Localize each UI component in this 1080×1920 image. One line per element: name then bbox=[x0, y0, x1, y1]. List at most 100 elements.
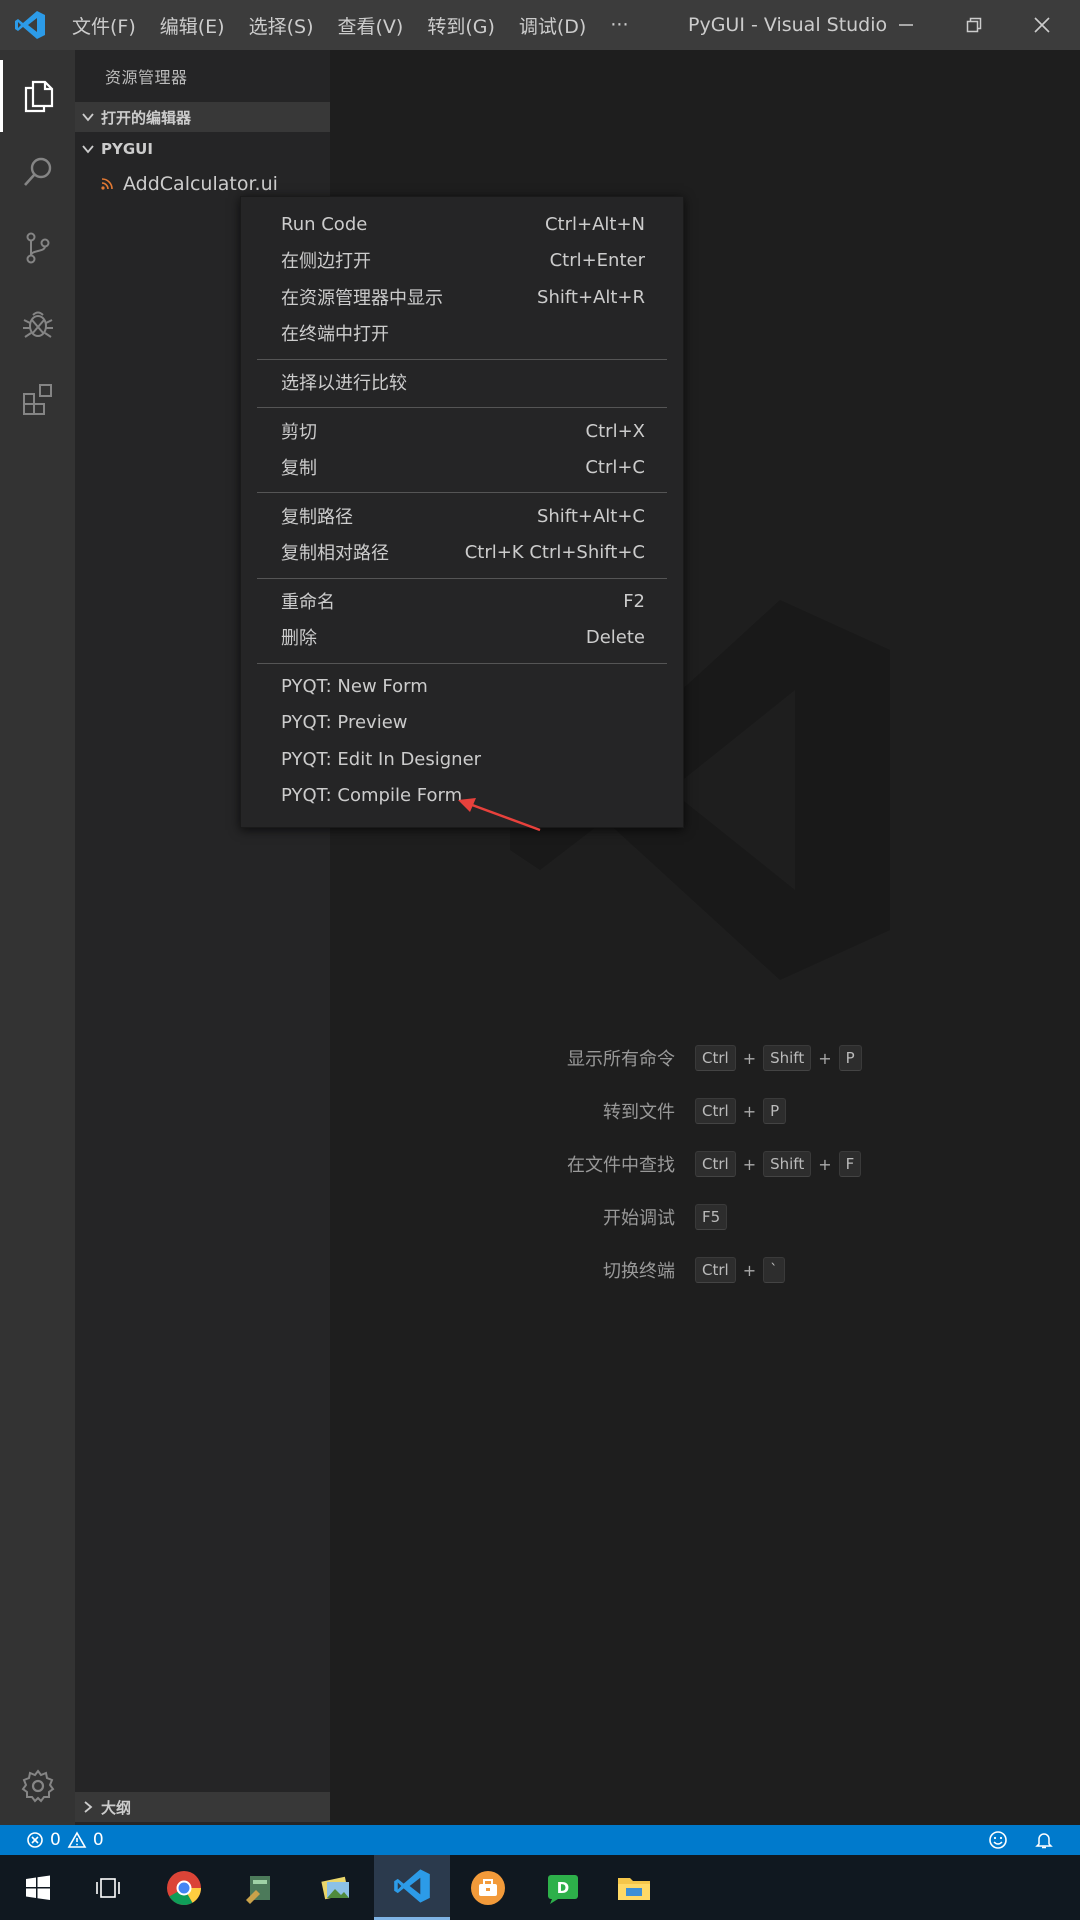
menu-item-pyqt-new-form[interactable]: PYQT: New Form bbox=[241, 668, 683, 704]
menu-item-label: PYQT: Preview bbox=[281, 711, 408, 733]
start-button[interactable] bbox=[0, 1855, 76, 1920]
menu-item-select-for-compare[interactable]: 选择以进行比较 bbox=[241, 364, 683, 400]
folder-icon bbox=[618, 1877, 650, 1900]
menu-item-pyqt-edit-in-designer[interactable]: PYQT: Edit In Designer bbox=[241, 741, 683, 777]
menu-item-reveal-in-explorer[interactable]: 在资源管理器中显示 Shift+Alt+R bbox=[241, 279, 683, 315]
outline-section[interactable]: 大纲 bbox=[75, 1792, 330, 1822]
menu-separator bbox=[257, 492, 667, 493]
menu-separator bbox=[257, 578, 667, 579]
source-control-icon bbox=[26, 232, 49, 264]
restore-button[interactable] bbox=[946, 0, 1002, 50]
taskbar-d-app[interactable]: D bbox=[526, 1855, 602, 1920]
menu-file[interactable]: 文件(F) bbox=[60, 12, 148, 39]
menu-debug[interactable]: 调试(D) bbox=[507, 12, 598, 39]
vscode-icon bbox=[394, 1869, 430, 1903]
menu-go[interactable]: 转到(G) bbox=[415, 12, 507, 39]
menu-selection[interactable]: 选择(S) bbox=[237, 12, 326, 39]
restore-icon bbox=[966, 17, 982, 33]
error-icon bbox=[27, 1832, 43, 1848]
taskbar-toolbox[interactable] bbox=[450, 1855, 526, 1920]
debug-icon bbox=[22, 311, 53, 338]
window-title: PyGUI - Visual Studio... bbox=[688, 14, 888, 36]
bell-icon bbox=[1035, 1833, 1053, 1849]
file-name: AddCalculator.ui bbox=[123, 173, 278, 195]
key-cap: P bbox=[838, 1045, 862, 1071]
chevron-down-icon bbox=[75, 110, 101, 124]
menu-separator bbox=[257, 359, 667, 360]
folder-section[interactable]: PYGUI bbox=[75, 134, 330, 164]
menu-item-shortcut: Ctrl+C bbox=[585, 456, 645, 478]
photos-icon bbox=[321, 1876, 349, 1899]
menu-item-open-to-side[interactable]: 在侧边打开 Ctrl+Enter bbox=[241, 242, 683, 278]
chevron-right-icon bbox=[75, 1800, 101, 1814]
activity-manage[interactable] bbox=[0, 1750, 75, 1822]
menu-item-label: 删除 bbox=[281, 628, 317, 649]
taskbar-photos[interactable] bbox=[298, 1855, 374, 1920]
taskbar-vscode[interactable] bbox=[374, 1855, 450, 1920]
smiley-icon bbox=[989, 1831, 1007, 1849]
menu-item-label: PYQT: New Form bbox=[281, 675, 428, 697]
menu-item-pyqt-preview[interactable]: PYQT: Preview bbox=[241, 704, 683, 740]
minimize-button[interactable] bbox=[878, 0, 934, 50]
menu-item-cut[interactable]: 剪切 Ctrl+X bbox=[241, 413, 683, 449]
key-cap: ` bbox=[763, 1257, 785, 1283]
problems-indicator[interactable]: 0 0 bbox=[26, 1825, 104, 1855]
activity-extensions[interactable] bbox=[0, 364, 75, 436]
open-editors-section[interactable]: 打开的编辑器 bbox=[75, 102, 330, 132]
taskbar-chrome[interactable] bbox=[146, 1855, 222, 1920]
taskbar-file-explorer[interactable] bbox=[596, 1855, 672, 1920]
menu-separator bbox=[257, 407, 667, 408]
menu-item-shortcut: F2 bbox=[623, 590, 645, 612]
open-editors-label: 打开的编辑器 bbox=[101, 108, 192, 127]
menu-item-shortcut: Ctrl+K Ctrl+Shift+C bbox=[464, 541, 645, 563]
activity-search[interactable] bbox=[0, 136, 75, 208]
search-icon bbox=[23, 157, 51, 186]
activity-source-control[interactable] bbox=[0, 212, 75, 284]
error-count: 0 bbox=[50, 1830, 61, 1850]
menu-item-delete[interactable]: 删除 Delete bbox=[241, 619, 683, 655]
key-cap: Ctrl bbox=[695, 1098, 736, 1124]
menu-item-label: 在资源管理器中显示 bbox=[281, 288, 443, 309]
taskbar-app-editor[interactable] bbox=[222, 1855, 298, 1920]
close-icon bbox=[1034, 17, 1050, 33]
menu-item-label: 在侧边打开 bbox=[281, 251, 371, 272]
activity-bar bbox=[0, 50, 75, 1825]
menu-edit[interactable]: 编辑(E) bbox=[148, 12, 237, 39]
menu-view[interactable]: 查看(V) bbox=[326, 12, 416, 39]
task-view-button[interactable] bbox=[70, 1855, 146, 1920]
shortcut-go-to-file: 转到文件 Ctrl + P bbox=[400, 1096, 880, 1126]
menu-separator bbox=[257, 663, 667, 664]
shortcut-label: 转到文件 bbox=[603, 1102, 675, 1123]
task-view-icon bbox=[96, 1877, 120, 1898]
d-app-icon: D bbox=[548, 1874, 578, 1904]
activity-explorer[interactable] bbox=[0, 60, 75, 132]
menu-item-label: PYQT: Edit In Designer bbox=[281, 748, 482, 770]
menu-item-copy[interactable]: 复制 Ctrl+C bbox=[241, 449, 683, 485]
menu-item-copy-relative-path[interactable]: 复制相对路径 Ctrl+K Ctrl+Shift+C bbox=[241, 534, 683, 570]
windows-logo-icon bbox=[26, 1875, 50, 1900]
context-menu: Run Code Ctrl+Alt+N 在侧边打开 Ctrl+Enter 在资源… bbox=[240, 196, 684, 828]
menu-item-open-in-terminal[interactable]: 在终端中打开 bbox=[241, 315, 683, 351]
menu-item-run-code[interactable]: Run Code Ctrl+Alt+N bbox=[241, 206, 683, 242]
shortcut-label: 显示所有命令 bbox=[567, 1049, 675, 1070]
activity-debug[interactable] bbox=[0, 288, 75, 360]
key-cap: Shift bbox=[763, 1045, 812, 1071]
notifications-button[interactable] bbox=[1034, 1830, 1054, 1855]
app-tool-icon bbox=[246, 1875, 270, 1904]
menu-item-label: 复制 bbox=[281, 458, 317, 479]
folder-label: PYGUI bbox=[101, 140, 153, 158]
menu-item-shortcut: Shift+Alt+C bbox=[536, 505, 645, 527]
menu-more[interactable]: ··· bbox=[598, 14, 640, 36]
title-bar: 文件(F) 编辑(E) 选择(S) 查看(V) 转到(G) 调试(D) ··· … bbox=[0, 0, 1080, 50]
explorer-icon bbox=[24, 80, 54, 113]
menu-item-rename[interactable]: 重命名 F2 bbox=[241, 583, 683, 619]
menu-bar: 文件(F) 编辑(E) 选择(S) 查看(V) 转到(G) 调试(D) ··· bbox=[60, 0, 640, 50]
key-cap: Ctrl bbox=[695, 1257, 736, 1283]
key-cap: Ctrl bbox=[695, 1045, 736, 1071]
rss-file-icon bbox=[101, 178, 123, 190]
close-button[interactable] bbox=[1014, 0, 1070, 50]
menu-item-copy-path[interactable]: 复制路径 Shift+Alt+C bbox=[241, 498, 683, 534]
feedback-button[interactable] bbox=[988, 1830, 1008, 1855]
shortcut-toggle-terminal: 切换终端 Ctrl + ` bbox=[400, 1255, 880, 1285]
menu-item-label: 复制相对路径 bbox=[281, 543, 389, 564]
